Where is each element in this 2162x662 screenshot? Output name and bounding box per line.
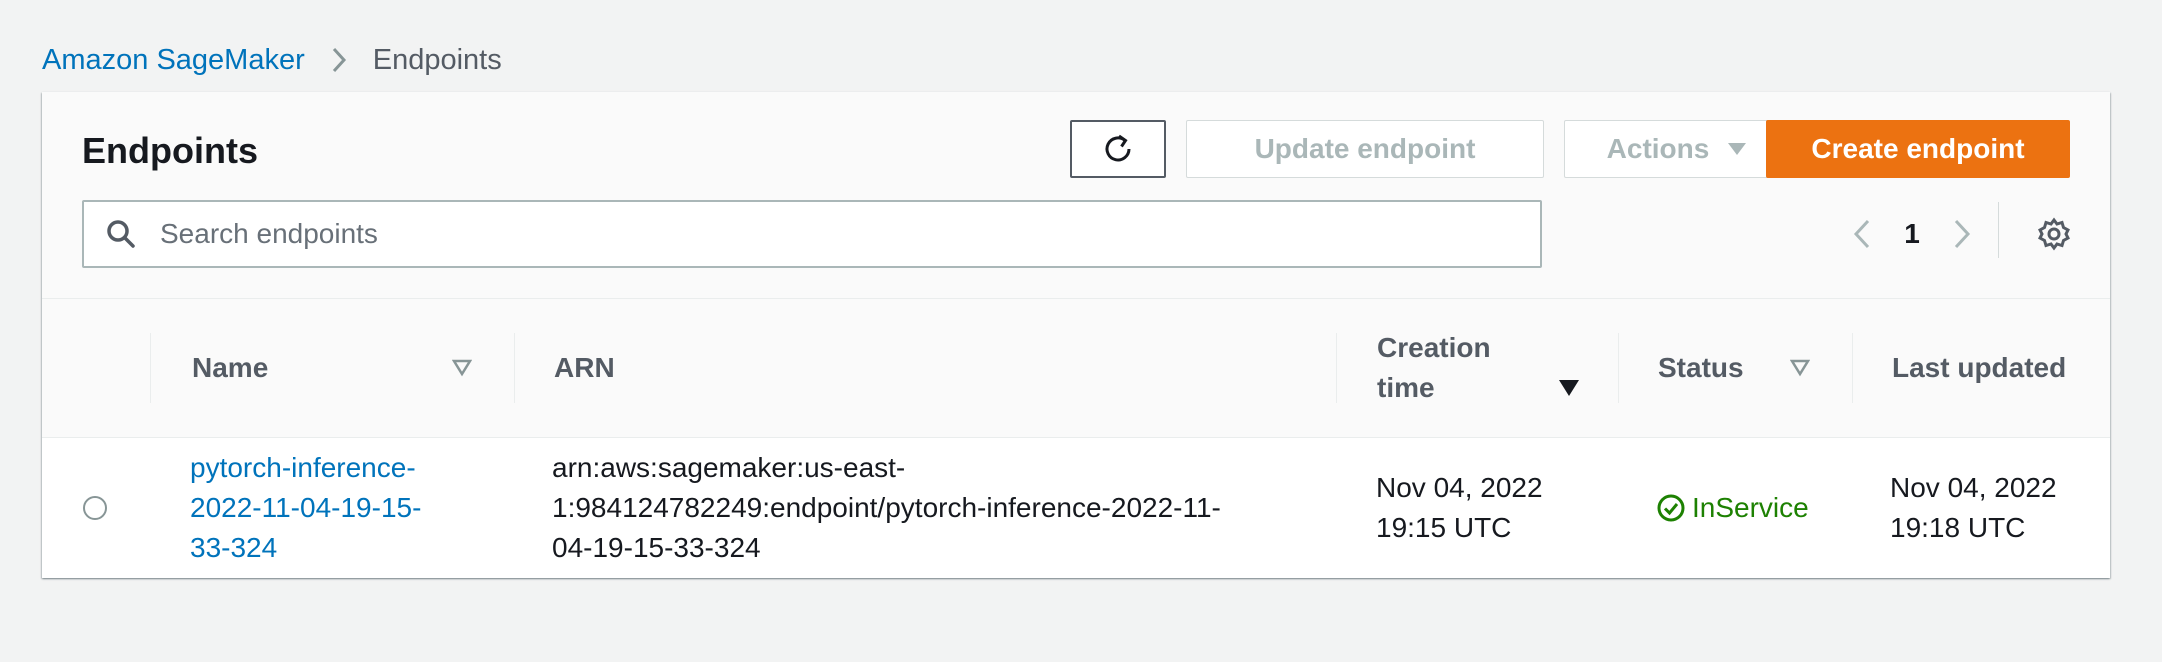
create-endpoint-button[interactable]: Create endpoint [1766,120,2070,178]
next-page-button[interactable] [1932,204,1992,264]
endpoint-name-link[interactable]: pytorch-inference- 2022-11-04-19-15- 33-… [190,448,421,568]
refresh-button[interactable] [1070,120,1166,178]
endpoints-panel: Endpoints Update endpoint Actions Create… [42,92,2110,578]
column-divider [1336,333,1337,403]
creation-time-clock: 19:15 UTC [1376,512,1512,543]
actions-label: Actions [1606,133,1710,164]
table-row[interactable]: pytorch-inference- 2022-11-04-19-15- 33-… [42,438,2110,578]
update-endpoint-label: Update endpoint [1254,133,1476,164]
sort-descending-icon[interactable] [1558,379,1580,397]
arn-line: 04-19-15-33-324 [552,532,761,563]
last-updated-clock: 19:18 UTC [1890,512,2026,543]
search-input[interactable] [158,217,1502,251]
chevron-right-icon [331,46,347,74]
column-header-arn: ARN [554,299,615,437]
update-endpoint-button[interactable]: Update endpoint [1186,120,1544,178]
last-updated-date: Nov 04, 2022 [1890,472,2057,503]
caret-down-icon [1727,141,1747,157]
actions-dropdown[interactable]: Actions [1564,120,1790,178]
column-divider [1618,333,1619,403]
endpoint-name-line: 33-324 [190,532,278,563]
column-header-creation-time[interactable]: Creation time [1377,299,1491,437]
create-endpoint-label: Create endpoint [1811,133,2025,164]
column-label-creation-time-line2: time [1377,372,1435,403]
status-text: InService [1692,492,1809,523]
search-field [82,200,1542,268]
breadcrumb-current: Endpoints [372,43,502,76]
column-label-last-updated: Last updated [1892,352,2067,383]
creation-time-date: Nov 04, 2022 [1376,472,1543,503]
column-label-arn: ARN [554,352,615,383]
endpoint-arn: arn:aws:sagemaker:us-east- 1:98412478224… [552,448,1221,568]
table-header: Name ARN Creation time Status Last updat… [42,299,2110,438]
pagination-divider [1998,202,1999,258]
last-updated: Nov 04, 2022 19:18 UTC [1890,468,2057,548]
column-label-name: Name [192,352,269,383]
status-badge: InService [1656,488,1809,528]
page-title: Endpoints [82,130,258,171]
breadcrumb: Amazon SageMaker Endpoints [42,40,502,80]
previous-page-button[interactable] [1832,204,1892,264]
column-header-name[interactable]: Name [192,299,268,437]
search-icon [106,219,136,249]
current-page-number[interactable]: 1 [1892,218,1932,250]
gear-icon[interactable] [2028,208,2080,260]
column-divider [1852,333,1853,403]
column-divider [150,333,151,403]
check-circle-icon [1656,493,1686,523]
refresh-icon [1100,131,1136,167]
endpoint-name-line: 2022-11-04-19-15- [190,492,422,523]
endpoint-name-line: pytorch-inference- [190,452,416,483]
sort-unsorted-icon[interactable] [452,359,472,377]
row-select-radio[interactable] [83,496,107,520]
column-label-creation-time-line1: Creation [1377,332,1491,363]
pagination: 1 [1832,204,1992,264]
arn-line: 1:984124782249:endpoint/pytorch-inferenc… [552,492,1221,523]
column-divider [514,333,515,403]
column-label-status: Status [1658,352,1744,383]
column-header-status[interactable]: Status [1658,299,1744,437]
sort-unsorted-icon[interactable] [1790,359,1810,377]
panel-header: Endpoints Update endpoint Actions Create… [42,92,2110,299]
creation-time: Nov 04, 2022 19:15 UTC [1376,468,1543,548]
arn-line: arn:aws:sagemaker:us-east- [552,452,906,483]
breadcrumb-link-sagemaker[interactable]: Amazon SageMaker [42,44,305,77]
column-header-last-updated: Last updated [1892,299,2066,437]
